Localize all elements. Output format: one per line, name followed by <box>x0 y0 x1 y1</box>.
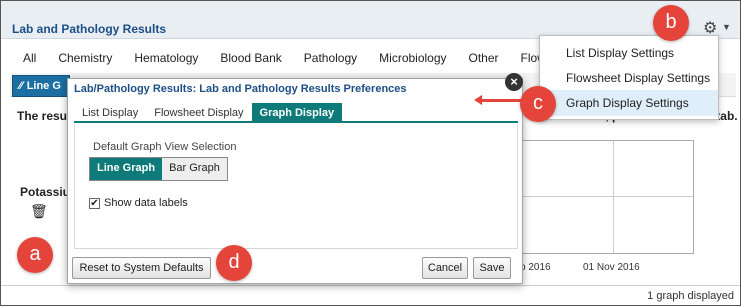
close-icon[interactable]: × <box>505 73 523 91</box>
show-data-labels-checkbox[interactable]: ✔ <box>89 197 100 209</box>
test-name: Potassiu <box>20 185 71 199</box>
dialog-body: Default Graph View Selection Line Graph … <box>74 125 518 249</box>
show-data-labels-label: Show data labels <box>104 197 188 209</box>
default-view-label: Default Graph View Selection <box>93 141 237 153</box>
tab-microbiology[interactable]: Microbiology <box>368 51 457 65</box>
line-graph-icon: ⁄∕ <box>19 80 23 92</box>
trash-icon[interactable]: 🗑 <box>30 203 48 220</box>
x-axis-date: p 2016 <box>520 262 551 273</box>
preferences-dialog: Lab/Pathology Results: Lab and Pathology… <box>67 73 523 284</box>
callout-badge-b: b <box>653 5 689 41</box>
result-tabs: All Chemistry Hematology Blood Bank Path… <box>10 51 583 65</box>
save-button[interactable]: Save <box>473 257 511 279</box>
chevron-down-icon[interactable]: ▼ <box>722 22 731 32</box>
callout-arrow <box>478 99 522 102</box>
grid-line-horizontal <box>515 196 693 197</box>
callout-badge-a: a <box>17 237 53 273</box>
line-graph-button[interactable]: ⁄∕ Line G <box>12 75 70 97</box>
tab-chemistry[interactable]: Chemistry <box>47 51 123 65</box>
footer-divider <box>1 285 740 286</box>
arrow-head-icon <box>474 95 482 105</box>
tab-blood-bank[interactable]: Blood Bank <box>209 51 292 65</box>
callout-badge-d: d <box>216 245 252 281</box>
dialog-tabs: List Display Flowsheet Display Graph Dis… <box>74 103 518 123</box>
graph-type-toggle: Line Graph Bar Graph <box>89 157 228 181</box>
tab-all[interactable]: All <box>10 51 47 65</box>
grid-line-vertical <box>613 141 614 253</box>
tab-pathology[interactable]: Pathology <box>293 51 368 65</box>
line-graph-option[interactable]: Line Graph <box>90 158 163 180</box>
x-axis-date: 01 Nov 2016 <box>583 262 640 273</box>
tab-graph-display[interactable]: Graph Display <box>251 103 343 121</box>
reset-defaults-button[interactable]: Reset to System Defaults <box>72 257 211 279</box>
callout-badge-c: c <box>520 86 556 122</box>
menu-item-list-display-settings[interactable]: List Display Settings <box>540 40 718 66</box>
graph-count-status: 1 graph displayed <box>647 290 734 302</box>
line-graph-label: Line G <box>26 80 61 92</box>
menu-item-flowsheet-display-settings[interactable]: Flowsheet Display Settings <box>540 65 718 91</box>
dialog-title: Lab/Pathology Results: Lab and Pathology… <box>74 83 407 95</box>
settings-menu: List Display Settings Flowsheet Display … <box>539 35 719 120</box>
cancel-button[interactable]: Cancel <box>422 257 468 279</box>
bar-graph-option[interactable]: Bar Graph <box>162 158 227 180</box>
tab-flowsheet-display[interactable]: Flowsheet Display <box>146 103 251 121</box>
menu-item-graph-display-settings[interactable]: Graph Display Settings <box>540 90 718 116</box>
app-title: Lab and Pathology Results <box>12 22 167 36</box>
tab-other[interactable]: Other <box>458 51 510 65</box>
tab-hematology[interactable]: Hematology <box>123 51 209 65</box>
tab-list-display[interactable]: List Display <box>74 103 146 121</box>
graph-area <box>514 140 694 254</box>
show-data-labels-row: ✔ Show data labels <box>89 197 188 209</box>
results-note: The resu <box>17 109 68 123</box>
